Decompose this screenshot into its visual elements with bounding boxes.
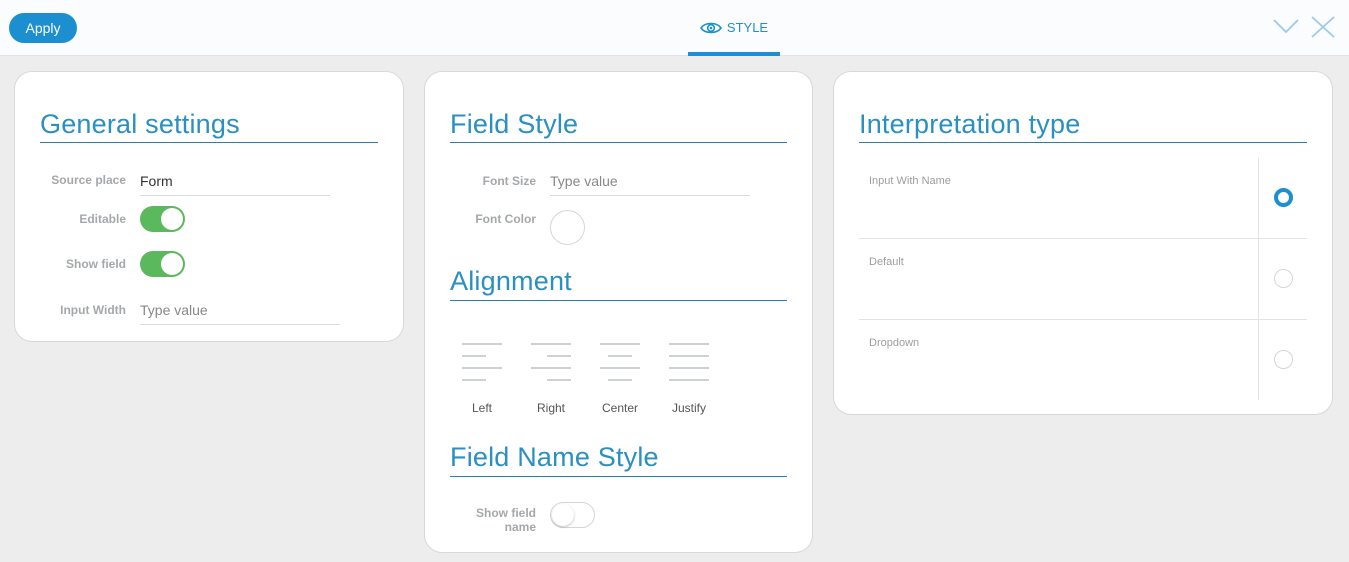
interpretation-option-default[interactable]: Default — [859, 239, 1307, 320]
align-right-button[interactable]: Right — [531, 343, 571, 415]
toggle-knob — [552, 504, 574, 526]
general-settings-card: General settings Source place Form Edita… — [14, 71, 404, 342]
interpretation-type-title: Interpretation type — [859, 109, 1081, 139]
tab-style-label: STYLE — [726, 20, 769, 35]
section-divider — [859, 142, 1307, 143]
alignment-title: Alignment — [450, 266, 572, 296]
input-width-label: Input Width — [60, 303, 126, 317]
option-label: Dropdown — [869, 337, 920, 349]
align-right-icon — [531, 343, 571, 387]
tab-style[interactable]: STYLE — [688, 0, 780, 56]
radio-unselected[interactable] — [1274, 350, 1293, 369]
field-name-style-title: Field Name Style — [450, 442, 659, 472]
editable-toggle[interactable] — [140, 206, 185, 232]
toggle-knob — [161, 208, 183, 230]
align-center-label: Center — [601, 401, 639, 415]
toggle-knob — [161, 253, 183, 275]
show-field-name-toggle[interactable] — [550, 502, 595, 528]
align-center-button[interactable]: Center — [600, 343, 640, 415]
active-tab-indicator — [688, 52, 780, 56]
apply-button[interactable]: Apply — [9, 13, 77, 43]
font-size-label: Font Size — [482, 174, 536, 188]
align-right-label: Right — [536, 401, 565, 415]
chevron-down-icon[interactable] — [1273, 15, 1299, 39]
section-divider — [450, 476, 787, 477]
section-divider — [40, 142, 378, 143]
interpretation-option-input-with-name[interactable]: Input With Name — [859, 158, 1307, 239]
option-label: Default — [869, 256, 904, 268]
interpretation-option-dropdown[interactable]: Dropdown — [859, 320, 1307, 400]
align-justify-label: Justify — [671, 401, 706, 415]
radio-unselected[interactable] — [1274, 269, 1293, 288]
font-color-label: Font Color — [475, 212, 536, 226]
section-divider — [450, 142, 787, 143]
radio-selected[interactable] — [1274, 188, 1293, 207]
top-toolbar: Apply STYLE — [0, 0, 1349, 56]
section-divider — [450, 300, 787, 301]
font-color-picker[interactable] — [550, 210, 585, 245]
align-left-button[interactable]: Left — [462, 343, 502, 415]
close-icon[interactable] — [1310, 15, 1336, 39]
interpretation-type-card: Interpretation type Input With Name Defa… — [833, 71, 1333, 415]
option-label: Input With Name — [869, 175, 951, 187]
input-width-field[interactable]: Type value — [140, 301, 340, 325]
font-size-field[interactable]: Type value — [550, 172, 750, 196]
show-field-label: Show field — [66, 257, 126, 271]
align-justify-button[interactable]: Justify — [669, 343, 709, 415]
align-center-icon — [600, 343, 640, 387]
editable-label: Editable — [79, 212, 126, 226]
general-settings-title: General settings — [40, 109, 240, 139]
show-field-toggle[interactable] — [140, 251, 185, 277]
field-style-title: Field Style — [450, 109, 579, 139]
field-style-card: Field Style Font Size Type value Font Co… — [424, 71, 813, 553]
source-place-label: Source place — [51, 173, 126, 187]
align-left-icon — [462, 343, 502, 387]
eye-icon — [699, 21, 722, 35]
source-place-field[interactable]: Form — [140, 172, 330, 196]
show-field-name-label: Show field name — [476, 506, 536, 534]
align-left-label: Left — [471, 401, 492, 415]
align-justify-icon — [669, 343, 709, 387]
